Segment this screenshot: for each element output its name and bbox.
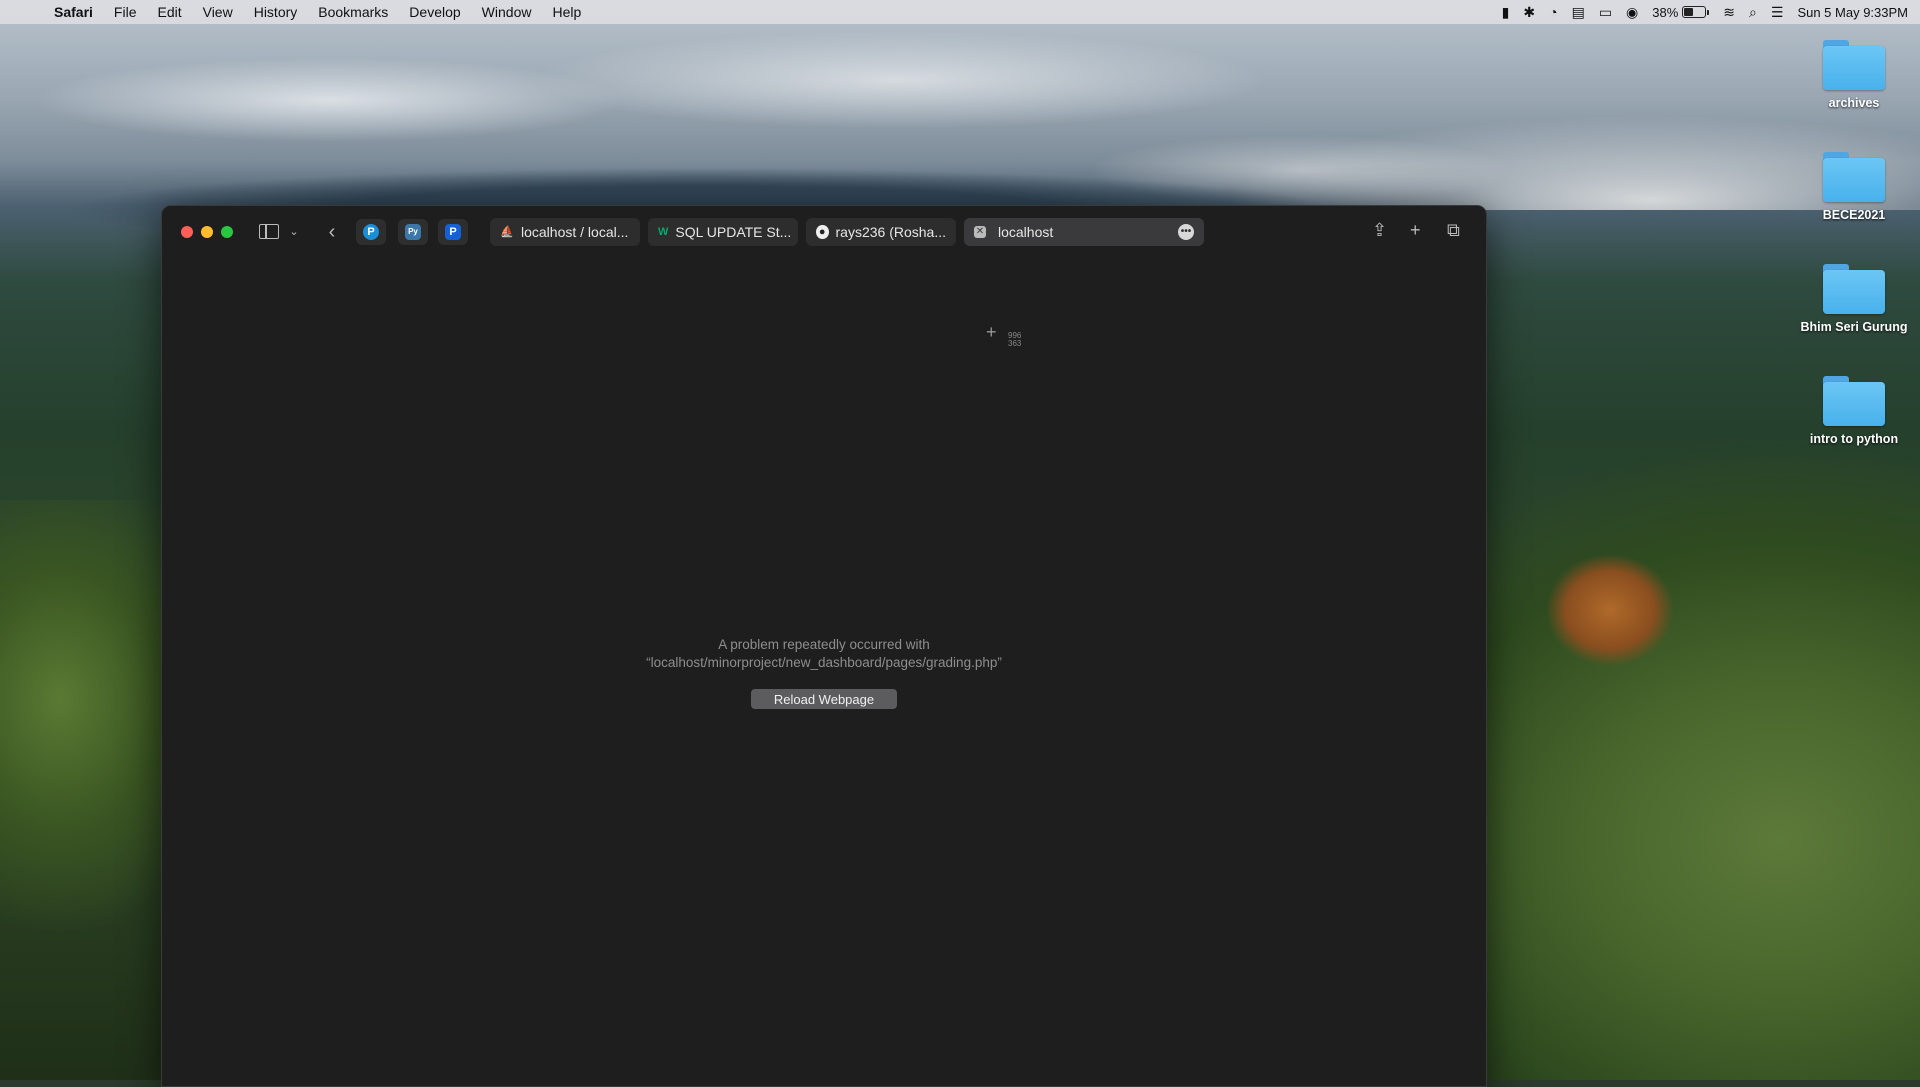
p-square-icon: P [445, 224, 461, 240]
battery-percent: 38% [1652, 4, 1679, 20]
battery-icon [1682, 6, 1707, 18]
github-icon: ● [816, 225, 829, 239]
crosshair-cursor-icon: + [986, 322, 997, 342]
close-window-button[interactable] [181, 226, 193, 238]
browser-toolbar: ⌄ ‹ P Py P ⛵ localhost / local... W SQL … [162, 206, 1486, 258]
webpage-content: + 996 363 A problem repeatedly occurred … [162, 258, 1486, 1086]
folder-label: archives [1828, 96, 1880, 110]
cursor-coordinates: 996 363 [1008, 332, 1021, 348]
menu-bar: Safari File Edit View History Bookmarks … [0, 0, 1920, 24]
wallpaper-hill-left [0, 500, 170, 1080]
tab-localhost-active[interactable]: ✕ localhost ••• [964, 218, 1204, 246]
tab-github[interactable]: ● rays236 (Rosha... [806, 218, 956, 246]
battery-fill [1684, 8, 1693, 16]
wifi-icon[interactable]: ≋ [1723, 4, 1735, 21]
menu-window[interactable]: Window [482, 4, 532, 20]
pinned-tab-3[interactable]: P [438, 219, 468, 245]
menu-help[interactable]: Help [552, 4, 581, 20]
chevron-down-icon[interactable]: ⌄ [287, 220, 301, 244]
folder-icon [1823, 40, 1885, 90]
tab-label: localhost [998, 224, 1054, 240]
tab-label: rays236 (Rosha... [835, 224, 947, 240]
folder-label: BECE2021 [1822, 208, 1886, 222]
back-arrow-icon[interactable]: ‹ [322, 220, 342, 244]
more-options-icon[interactable]: ••• [1178, 224, 1194, 240]
search-icon[interactable]: ⌕ [1749, 4, 1757, 21]
new-tab-icon[interactable]: + [1410, 220, 1421, 241]
folder-icon [1823, 376, 1885, 426]
menu-develop[interactable]: Develop [409, 4, 460, 20]
phpmyadmin-icon: ⛵ [500, 226, 514, 238]
minimize-window-button[interactable] [201, 226, 213, 238]
cursor-y: 363 [1008, 339, 1022, 348]
error-line-2: “localhost/minorproject/new_dashboard/pa… [646, 655, 1002, 670]
menu-clock[interactable]: Sun 5 May 9:33PM [1797, 5, 1908, 20]
control-center-icon[interactable]: ☰ [1771, 4, 1784, 21]
menu-view[interactable]: View [203, 4, 233, 20]
folder-label: Bhim Seri Gurung [1800, 320, 1908, 334]
tab-label: SQL UPDATE St... [675, 224, 792, 240]
wallpaper-tree [1530, 540, 1690, 680]
close-icon[interactable]: ✕ [974, 226, 986, 238]
share-icon[interactable]: ⇪ [1372, 220, 1387, 241]
safari-window: ⌄ ‹ P Py P ⛵ localhost / local... W SQL … [161, 205, 1487, 1087]
pinned-tab-1[interactable]: P [356, 219, 386, 245]
pinned-tab-2[interactable]: Py [398, 219, 428, 245]
desktop-folder-bece2021[interactable]: BECE2021 [1799, 152, 1909, 222]
zoom-window-button[interactable] [221, 226, 233, 238]
menu-app-name[interactable]: Safari [54, 4, 93, 20]
desktop-folder-archives[interactable]: archives [1799, 40, 1909, 110]
w3schools-icon: W [658, 226, 669, 238]
tab-phpmyadmin[interactable]: ⛵ localhost / local... [490, 218, 640, 246]
error-line-1: A problem repeatedly occurred with [718, 637, 930, 652]
keyboard-icon[interactable]: ▤ [1572, 4, 1585, 21]
shield-icon[interactable]: ◔ [1549, 4, 1557, 20]
error-message: A problem repeatedly occurred with “loca… [162, 636, 1486, 672]
reload-webpage-button[interactable]: Reload Webpage [751, 689, 897, 709]
menu-extras: ▮ ✱ ◔ ▤ ▭ ◉ 38% ≋ ⌕ ☰ Sun 5 May 9:33PM [1502, 0, 1908, 24]
display-icon[interactable]: ▭ [1599, 4, 1612, 21]
menu-history[interactable]: History [254, 4, 298, 20]
python-icon: Py [405, 224, 421, 240]
bluetooth-icon[interactable]: ✱ [1523, 4, 1535, 21]
folder-label: intro to python [1809, 432, 1899, 446]
p-circle-icon: P [363, 224, 379, 240]
sidebar-toggle-icon[interactable] [258, 220, 280, 244]
menu-bookmarks[interactable]: Bookmarks [318, 4, 388, 20]
tab-w3schools[interactable]: W SQL UPDATE St... [648, 218, 798, 246]
mouse-icon[interactable]: ▮ [1502, 4, 1510, 21]
folder-icon [1823, 152, 1885, 202]
battery-status[interactable]: 38% [1652, 4, 1710, 20]
tab-label: localhost / local... [521, 224, 629, 240]
battery-tip [1707, 9, 1710, 15]
desktop-folder-intro-to-python[interactable]: intro to python [1799, 376, 1909, 446]
menu-edit[interactable]: Edit [157, 4, 181, 20]
menu-file[interactable]: File [114, 4, 137, 20]
desktop-folder-bhim-seri-gurung[interactable]: Bhim Seri Gurung [1799, 264, 1909, 334]
folder-icon [1823, 264, 1885, 314]
tab-overview-icon[interactable]: ⧉ [1447, 220, 1460, 241]
user-icon[interactable]: ◉ [1626, 4, 1638, 21]
